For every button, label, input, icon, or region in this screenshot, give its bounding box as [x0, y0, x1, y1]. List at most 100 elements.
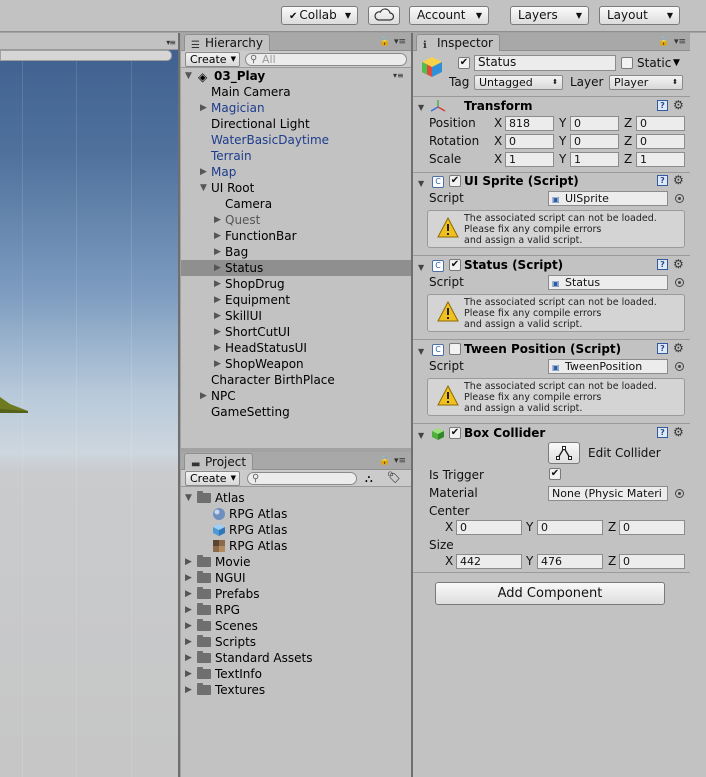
collapsed-arrow-icon[interactable]: ▶ [214, 228, 221, 244]
component-enabled-checkbox[interactable] [449, 343, 461, 355]
size-x-input[interactable]: 442 [456, 554, 522, 569]
collapsed-arrow-icon[interactable]: ▶ [185, 666, 192, 682]
project-item-rpg-atlas-texture[interactable]: RPG Atlas [181, 538, 411, 554]
expanded-arrow-icon[interactable]: ▼ [418, 103, 424, 112]
gear-icon[interactable]: ⚙ [673, 426, 684, 438]
panel-menu-icon[interactable]: ▾≡ [394, 456, 406, 466]
scene-view[interactable]: ▾≡ [0, 33, 178, 777]
collapsed-arrow-icon[interactable]: ▶ [200, 100, 207, 116]
project-item-scripts[interactable]: ▶ Scripts [181, 634, 411, 650]
collab-button[interactable]: ✔ Collab ▼ [281, 6, 358, 25]
scale-z-input[interactable]: 1 [636, 152, 685, 167]
center-x-input[interactable]: 0 [456, 520, 522, 535]
object-picker-icon[interactable] [675, 362, 684, 371]
expanded-arrow-icon[interactable]: ▼ [200, 180, 207, 196]
lock-icon[interactable]: 🔒 [658, 37, 669, 47]
layout-dropdown[interactable]: Layout ▼ [599, 6, 680, 25]
hierarchy-item-gamesetting[interactable]: GameSetting [181, 404, 411, 420]
collapsed-arrow-icon[interactable]: ▶ [200, 388, 207, 404]
is-trigger-checkbox[interactable]: ✔ [549, 468, 561, 480]
hierarchy-item-shortcutui[interactable]: ▶ ShortCutUI [181, 324, 411, 340]
hierarchy-item-magician[interactable]: ▶ Magician [181, 100, 411, 116]
rotation-x-input[interactable]: 0 [505, 134, 554, 149]
hierarchy-item-shopdrug[interactable]: ▶ ShopDrug [181, 276, 411, 292]
expanded-arrow-icon[interactable]: ▼ [185, 68, 192, 84]
help-icon[interactable]: ? [657, 175, 668, 186]
collapsed-arrow-icon[interactable]: ▶ [185, 682, 192, 698]
project-item-standard-assets[interactable]: ▶ Standard Assets [181, 650, 411, 666]
center-y-input[interactable]: 0 [537, 520, 603, 535]
hierarchy-scene-row[interactable]: ▼ ◈ 03_Play ▾≡ [181, 68, 411, 84]
hierarchy-item-water[interactable]: WaterBasicDaytime [181, 132, 411, 148]
position-z-input[interactable]: 0 [636, 116, 685, 131]
project-search-input[interactable]: ⚲ [247, 472, 357, 485]
hierarchy-item-map[interactable]: ▶ Map [181, 164, 411, 180]
expanded-arrow-icon[interactable]: ▼ [418, 431, 424, 440]
size-z-input[interactable]: 0 [619, 554, 685, 569]
panel-menu-icon[interactable]: ▾≡ [166, 38, 176, 47]
tag-dropdown[interactable]: Untagged ⬍ [474, 75, 563, 90]
project-item-atlas[interactable]: ▼ Atlas [181, 490, 411, 506]
expanded-arrow-icon[interactable]: ▼ [418, 347, 424, 356]
gear-icon[interactable]: ⚙ [673, 174, 684, 186]
layers-dropdown[interactable]: Layers ▼ [510, 6, 589, 25]
panel-divider[interactable] [178, 33, 180, 777]
search-by-label-icon[interactable]: 🏷 [387, 471, 401, 484]
project-item-textinfo[interactable]: ▶ TextInfo [181, 666, 411, 682]
center-z-input[interactable]: 0 [619, 520, 685, 535]
hierarchy-item-directional-light[interactable]: Directional Light [181, 116, 411, 132]
collapsed-arrow-icon[interactable]: ▶ [185, 570, 192, 586]
collapsed-arrow-icon[interactable]: ▶ [214, 356, 221, 372]
collapsed-arrow-icon[interactable]: ▶ [200, 164, 207, 180]
hierarchy-item-headstatusui[interactable]: ▶ HeadStatusUI [181, 340, 411, 356]
help-icon[interactable]: ? [657, 259, 668, 270]
component-enabled-checkbox[interactable]: ✔ [449, 259, 461, 271]
panel-menu-icon[interactable]: ▾≡ [674, 37, 686, 47]
search-by-type-icon[interactable]: ⛬ [365, 472, 373, 486]
gear-icon[interactable]: ⚙ [673, 342, 684, 354]
tab-project[interactable]: ▬ Project [184, 453, 254, 470]
help-icon[interactable]: ? [657, 100, 668, 111]
hierarchy-item-bag[interactable]: ▶ Bag [181, 244, 411, 260]
project-item-prefabs[interactable]: ▶ Prefabs [181, 586, 411, 602]
expanded-arrow-icon[interactable]: ▼ [185, 490, 192, 506]
object-picker-icon[interactable] [675, 194, 684, 203]
component-enabled-checkbox[interactable]: ✔ [449, 175, 461, 187]
collapsed-arrow-icon[interactable]: ▶ [214, 340, 221, 356]
position-y-input[interactable]: 0 [570, 116, 619, 131]
hierarchy-item-quest[interactable]: ▶ Quest [181, 212, 411, 228]
collapsed-arrow-icon[interactable]: ▶ [214, 244, 221, 260]
cloud-services-button[interactable] [368, 6, 400, 25]
material-field[interactable]: None (Physic Materi [548, 486, 668, 501]
script-field[interactable]: ▣ TweenPosition [548, 359, 668, 374]
active-checkbox[interactable]: ✔ [458, 57, 470, 69]
component-enabled-checkbox[interactable]: ✔ [449, 427, 461, 439]
hierarchy-item-functionbar[interactable]: ▶ FunctionBar [181, 228, 411, 244]
hierarchy-item-character-birthplace[interactable]: Character BirthPlace [181, 372, 411, 388]
hierarchy-search-input[interactable]: ⚲ All [245, 53, 407, 66]
object-picker-icon[interactable] [675, 489, 684, 498]
panel-menu-icon[interactable]: ▾≡ [394, 37, 406, 47]
scene-menu-icon[interactable]: ▾≡ [393, 68, 404, 84]
size-y-input[interactable]: 476 [537, 554, 603, 569]
project-item-rpg-atlas-prefab[interactable]: RPG Atlas [181, 522, 411, 538]
hierarchy-item-shopweapon[interactable]: ▶ ShopWeapon [181, 356, 411, 372]
hierarchy-item-skillui[interactable]: ▶ SkillUI [181, 308, 411, 324]
scale-x-input[interactable]: 1 [505, 152, 554, 167]
hierarchy-item-camera[interactable]: Camera [181, 196, 411, 212]
collapsed-arrow-icon[interactable]: ▶ [214, 324, 221, 340]
object-picker-icon[interactable] [675, 278, 684, 287]
collapsed-arrow-icon[interactable]: ▶ [214, 292, 221, 308]
rotation-z-input[interactable]: 0 [636, 134, 685, 149]
help-icon[interactable]: ? [657, 343, 668, 354]
project-item-rpg-atlas-material[interactable]: RPG Atlas [181, 506, 411, 522]
static-dropdown-icon[interactable]: ▼ [673, 58, 680, 68]
inspector-scrollbar[interactable] [690, 33, 706, 777]
project-create-button[interactable]: Create ▼ [185, 471, 240, 486]
scale-y-input[interactable]: 1 [570, 152, 619, 167]
project-item-textures[interactable]: ▶ Textures [181, 682, 411, 698]
add-component-button[interactable]: Add Component [435, 582, 665, 605]
collapsed-arrow-icon[interactable]: ▶ [185, 618, 192, 634]
hierarchy-item-equipment[interactable]: ▶ Equipment [181, 292, 411, 308]
collapsed-arrow-icon[interactable]: ▶ [185, 650, 192, 666]
